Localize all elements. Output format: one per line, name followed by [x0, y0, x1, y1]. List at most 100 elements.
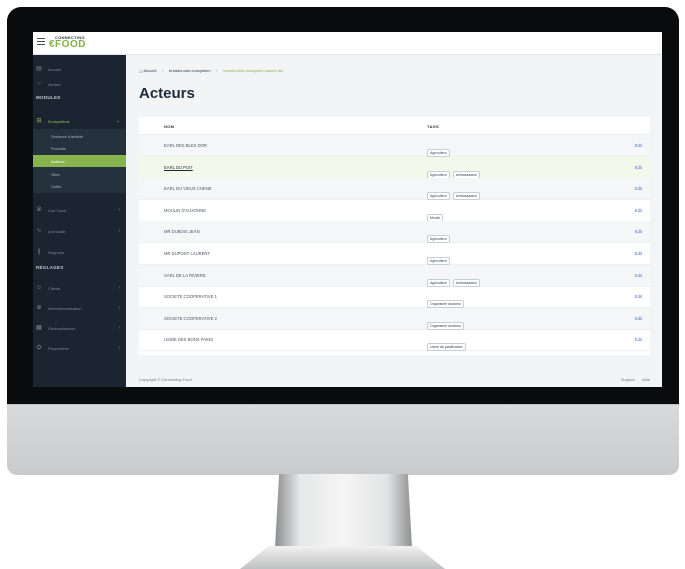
chevron-right-icon: ›: [118, 207, 120, 213]
tags-cell: Agriculteur Ambassadeur: [427, 271, 483, 287]
actor-name: EARL DU VIEUX CHENE: [164, 186, 212, 192]
sidebar-section-reglages: RÉGLAGES: [36, 265, 64, 270]
breadcrumb-separator: >: [161, 68, 164, 73]
gear-icon: ⛭: [36, 345, 42, 351]
sidebar-item-alertes[interactable]: ○ Alertes: [33, 78, 126, 91]
users-icon: ☺: [36, 285, 43, 291]
sidebar-item-live-track[interactable]: ⦾ Live Track ›: [33, 204, 126, 217]
actor-name: SOCIETE COOPERATIVE 2: [164, 315, 217, 321]
monitor-chin: [7, 404, 679, 475]
alert-icon: ○: [37, 81, 41, 87]
submenu-item-secteurs[interactable]: Secteurs d'activité: [33, 130, 126, 142]
edit-link[interactable]: Edit: [635, 337, 642, 342]
edit-link[interactable]: Edit: [635, 143, 642, 148]
table-row[interactable]: SARL DE LA RIVIERE Agriculteur Ambassadeur…: [139, 264, 650, 287]
actor-name: EARL DES BLES DOR: [164, 143, 207, 148]
sidebar-item-ecosysteme[interactable]: ⊟ Ecosystème ⌄: [33, 115, 126, 128]
table-header: NOM TAGS: [139, 117, 650, 135]
map-icon: ▦: [36, 325, 42, 331]
chevron-right-icon: ›: [118, 325, 120, 331]
tag-badge: Usine de panification: [427, 343, 466, 352]
edit-link[interactable]: Edit: [635, 316, 642, 321]
chevron-down-icon: ⌄: [115, 118, 120, 124]
actor-name: USINE DES BONS PAINS: [164, 337, 214, 343]
monitor-stand-foot: [240, 546, 445, 569]
ecosystem-submenu: Secteurs d'activité Produits Acteurs Sit…: [33, 129, 126, 193]
home-icon[interactable]: ⌂: [139, 69, 143, 75]
table-row[interactable]: EARL DES BLES DOR Agriculteur Edit: [139, 135, 650, 157]
sidebar-section-modules: MODULES: [36, 95, 61, 100]
table-row[interactable]: SOCIETE COOPERATIVE 2 Organisme stockeur E…: [139, 307, 650, 330]
table-row[interactable]: SOCIETE COOPERATIVE 1 Organisme stockeur E…: [139, 286, 650, 309]
breadcrumb: ⌂ Accueil > breadcrumb.ecosystem > bread…: [139, 68, 283, 75]
tags-cell: Agriculteur: [427, 227, 453, 244]
target-icon: ⦾: [36, 207, 42, 213]
submenu-item-outils[interactable]: Outils: [33, 180, 126, 192]
table-row[interactable]: MR DUPONT LAURENT Agriculteur Edit: [139, 243, 650, 265]
sidebar-item-accueil[interactable]: ▤ Accueil: [33, 63, 126, 76]
edit-link[interactable]: Edit: [635, 294, 642, 299]
page-title: Acteurs: [139, 85, 195, 102]
app-logo[interactable]: CONNECTING €FOOD: [49, 35, 86, 50]
tags-cell: Agriculteur: [427, 141, 453, 157]
table-row[interactable]: MOULIN D'AUXONNE Moulin Edit: [139, 200, 650, 222]
table-row[interactable]: EARL DU VIEUX CHENE Agriculteur Ambassadeu…: [139, 178, 650, 201]
copyright: Copyright © Connecting Food: [139, 377, 192, 382]
table-row[interactable]: MR DUBOIS JEAN Agriculteur Edit: [139, 221, 650, 244]
actors-table: NOM TAGS EARL DES BLES DOR Agriculteur Edi…: [139, 117, 650, 355]
actor-name: MR DUBOIS JEAN: [164, 229, 200, 235]
bar-chart-icon: ∥: [37, 249, 41, 255]
database-icon: ⊟: [36, 118, 42, 124]
submenu-item-produits[interactable]: Produits: [33, 142, 126, 154]
sidebar-item-clients[interactable]: ☺ Clients ›: [33, 282, 126, 295]
actor-name: SOCIETE COOPERATIVE 1: [164, 294, 217, 300]
edit-link[interactable]: Edit: [635, 165, 642, 170]
help-link[interactable]: Aide: [642, 377, 650, 382]
edit-link[interactable]: Edit: [635, 273, 642, 278]
edit-link[interactable]: Edit: [635, 251, 642, 256]
breadcrumb-item[interactable]: Accueil: [144, 68, 157, 73]
chevron-right-icon: ›: [118, 305, 120, 311]
tags-cell: Organisme stockeur: [427, 314, 467, 330]
edit-link[interactable]: Edit: [635, 229, 642, 234]
sidebar-item-geolocalisation[interactable]: ▦ Géolocalisation ›: [33, 322, 126, 335]
chevron-right-icon: ›: [118, 285, 120, 291]
table-row[interactable]: USINE DES BONS PAINS Usine de panificatio…: [139, 329, 650, 352]
chevron-right-icon: ›: [118, 345, 120, 351]
globe-icon: ⊕: [36, 305, 42, 311]
tags-cell: Agriculteur: [427, 249, 453, 265]
tags-cell: Organisme stockeur: [427, 292, 467, 309]
column-header-name[interactable]: NOM: [164, 124, 174, 129]
tags-cell: Agriculteur Ambassadeur: [427, 184, 483, 201]
tags-cell: Agriculteur Ambassadeur: [427, 163, 483, 179]
tags-cell: Usine de panification: [427, 335, 469, 352]
sidebar-item-parametres[interactable]: ⛭ Paramètres ›: [33, 342, 126, 355]
sidebar-item-internationalisation[interactable]: ⊕ Internationalisation ›: [33, 302, 126, 315]
sidebar-item-rapports[interactable]: ∥ Rapports: [33, 246, 126, 259]
footer: Copyright © Connecting Food Support Aide: [126, 371, 662, 387]
edit-link[interactable]: Edit: [635, 208, 642, 213]
actor-name[interactable]: EARL DU PUIT: [164, 165, 193, 170]
table-row[interactable]: EARL DU PUIT Agriculteur Ambassadeur Edit: [139, 156, 650, 179]
actor-name: MOULIN D'AUXONNE: [164, 207, 206, 213]
tags-cell: Moulin: [427, 206, 446, 222]
home-icon: ▤: [36, 66, 42, 72]
screen: CONNECTING €FOOD ▤ Accueil ○ Alertes MOD…: [33, 32, 662, 387]
monitor-stand-neck: [275, 474, 412, 548]
actor-name: MR DUPONT LAURENT: [164, 251, 210, 256]
breadcrumb-item[interactable]: breadcrumb.ecosystem: [169, 68, 211, 73]
top-bar: CONNECTING €FOOD: [33, 32, 662, 55]
submenu-item-acteurs[interactable]: Acteurs: [33, 155, 126, 167]
sidebar: ▤ Accueil ○ Alertes MODULES ⊟ Ecosystème…: [33, 55, 126, 387]
sidebar-item-live-audit[interactable]: ∿ Live Audit ›: [33, 225, 126, 238]
actor-name: SARL DE LA RIVIERE: [164, 272, 206, 278]
main-content: ⌂ Accueil > breadcrumb.ecosystem > bread…: [126, 55, 662, 387]
pulse-icon: ∿: [36, 228, 42, 234]
hamburger-menu-icon[interactable]: [37, 38, 45, 47]
breadcrumb-current: breadcrumb.ecosystem.actors.list: [223, 68, 283, 73]
support-link[interactable]: Support: [621, 377, 635, 382]
column-header-tags: TAGS: [427, 124, 440, 129]
chevron-right-icon: ›: [118, 228, 120, 234]
submenu-item-sites[interactable]: Sites: [33, 168, 126, 180]
edit-link[interactable]: Edit: [635, 186, 642, 191]
